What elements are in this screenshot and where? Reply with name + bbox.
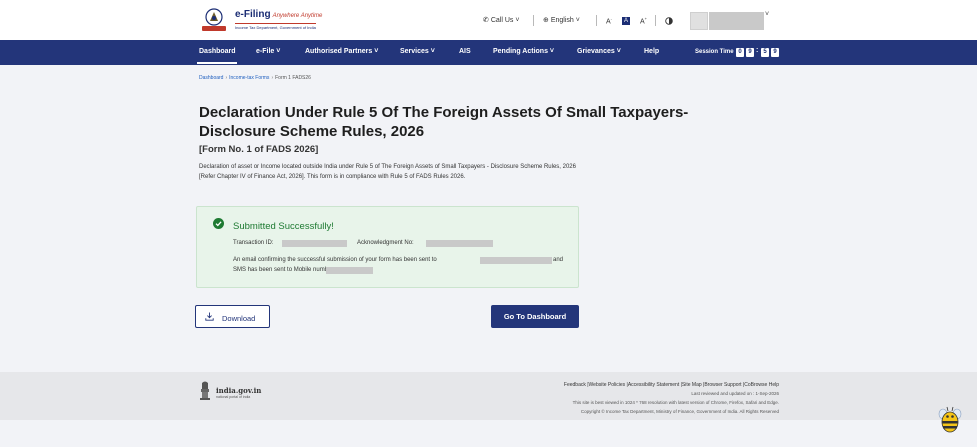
chevron-down-icon: ˅ [374, 48, 379, 55]
acknowledgment-label: Acknowledgment No: [357, 240, 414, 246]
footer-links[interactable]: Feedback |Website Policies |Accessibilit… [564, 382, 779, 388]
font-normal-button[interactable]: A [622, 17, 630, 25]
acknowledgment-masked [426, 240, 493, 247]
email-and-text: and [553, 257, 564, 263]
chevron-down-icon: ˅ [549, 48, 555, 55]
page-title: Declaration Under Rule 5 Of The Foreign … [199, 104, 689, 140]
last-reviewed: Last reviewed and updated on : 1-Sep-202… [691, 391, 779, 396]
logo-subtitle: Income Tax Department, Government of Ind… [235, 23, 316, 30]
india-gov-subtitle: national portal of india [216, 395, 251, 399]
chevron-down-icon: ˅ [430, 48, 435, 55]
nav-e-file[interactable]: e-File ˅ [256, 48, 280, 55]
sms-confirmation-text: SMS has been sent to Mobile number: [233, 267, 336, 273]
mobile-masked [326, 267, 373, 274]
chevron-down-icon: ˅ [575, 17, 580, 24]
separator [655, 15, 656, 26]
download-label: Download [222, 314, 256, 323]
main-nav: Dashboard e-File ˅ Authorised Partners ˅… [0, 40, 977, 65]
chevron-down-icon[interactable]: ˅ [765, 11, 769, 18]
download-button[interactable]: Download [195, 305, 270, 328]
download-icon [205, 312, 214, 321]
call-us-label: Call Us [490, 17, 514, 24]
call-us-button[interactable]: ✆ Call Us ˅ [483, 16, 519, 24]
chevron-down-icon: ˅ [616, 48, 621, 55]
nav-authorised-partners[interactable]: Authorised Partners ˅ [305, 48, 378, 55]
emblem-icon [202, 8, 226, 31]
session-digit: 0 [736, 48, 744, 57]
session-digit: 5 [761, 48, 769, 57]
separator [596, 15, 597, 26]
india-gov-link[interactable]: india.gov.in [216, 386, 261, 395]
nav-services[interactable]: Services ˅ [400, 48, 435, 55]
language-label: English [550, 17, 574, 24]
nav-pending-actions[interactable]: Pending Actions ˅ [493, 48, 554, 55]
contrast-icon[interactable] [665, 17, 673, 25]
font-increase-button[interactable]: A+ [640, 16, 647, 25]
top-header: e-Filing Anywhere Anytime Income Tax Depa… [0, 0, 977, 40]
avatar[interactable] [690, 12, 708, 30]
chevron-down-icon: ˅ [276, 48, 281, 55]
nav-help[interactable]: Help [644, 48, 659, 55]
session-digit: 9 [746, 48, 754, 57]
nav-ais[interactable]: AIS [459, 48, 471, 55]
success-title: Submitted Successfully! [233, 221, 334, 232]
chatbot-bee-icon[interactable] [937, 404, 963, 434]
session-colon: : [756, 47, 759, 54]
go-to-dashboard-button[interactable]: Go To Dashboard [491, 305, 579, 328]
logo-tagline: Anywhere Anytime [272, 13, 323, 19]
form-description: Declaration of asset or Income located o… [199, 164, 576, 180]
form-number: [Form No. 1 of FADS 2026] [199, 144, 319, 155]
session-time-label: Session Time [695, 49, 734, 55]
breadcrumb-separator: › [225, 75, 228, 81]
font-decrease-button[interactable]: A- [606, 16, 612, 25]
email-confirmation-text: An email confirming the successful submi… [233, 257, 437, 263]
breadcrumb-income-tax-forms[interactable]: Income-tax Forms [229, 75, 269, 81]
logo-title: e-Filing Anywhere Anytime [235, 9, 323, 20]
transaction-id-masked [282, 240, 347, 247]
globe-icon: ⊕ [543, 17, 549, 24]
separator [533, 15, 534, 26]
check-circle-icon [213, 218, 224, 229]
best-viewed-note: This site is best viewed in 1024 * 768 r… [572, 400, 779, 405]
phone-icon: ✆ [483, 17, 489, 24]
nav-grievances[interactable]: Grievances ˅ [577, 48, 621, 55]
chevron-down-icon: ˅ [515, 17, 520, 24]
breadcrumb-dashboard[interactable]: Dashboard [199, 75, 223, 81]
emblem-icon [200, 381, 210, 400]
breadcrumb-current: Form 1 FADS26 [275, 75, 311, 81]
breadcrumb-separator: › [271, 75, 274, 81]
success-panel: Submitted Successfully! Transaction ID: … [196, 206, 579, 288]
breadcrumb: Dashboard › Income-tax Forms › Form 1 FADS26 [199, 75, 311, 81]
session-digit: 9 [771, 48, 779, 57]
username-masked[interactable] [709, 12, 764, 30]
efiling-logo[interactable]: e-Filing Anywhere Anytime Income Tax Depa… [199, 7, 323, 33]
nav-dashboard[interactable]: Dashboard [199, 48, 236, 55]
copyright: Copyright © Income Tax Department, Minis… [580, 409, 779, 414]
transaction-id-label: Transaction ID: [233, 240, 274, 246]
footer [0, 372, 977, 420]
email-masked [480, 257, 552, 264]
active-tab-indicator [197, 62, 237, 64]
language-select[interactable]: ⊕ English ˅ [543, 16, 580, 24]
